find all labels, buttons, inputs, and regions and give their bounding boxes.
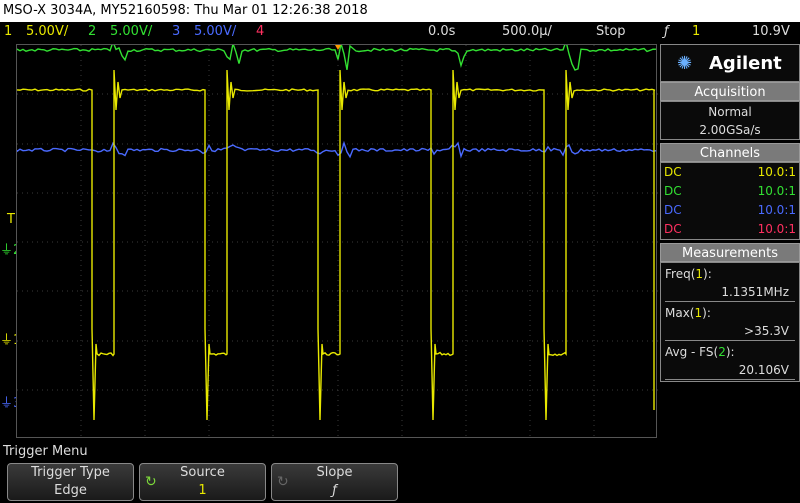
- measurement-label[interactable]: Max(1):: [661, 304, 799, 322]
- trigger-level-marker[interactable]: T: [7, 213, 15, 227]
- measurement-channel: 1: [695, 267, 704, 281]
- ch3-trace: [17, 140, 657, 159]
- ch3-scale[interactable]: 5.00V/: [194, 22, 236, 42]
- channel-row[interactable]: DC 10.0:1: [661, 220, 799, 239]
- status-bar: 1 5.00V/ 2 5.00V/ 3 5.00V/ 4 0.0s 500.0µ…: [0, 22, 800, 42]
- ground-icon: ⏚: [0, 243, 14, 258]
- channel-probe: 10.0:1: [757, 203, 796, 217]
- title-text: MSO-X 3034A, MY52160598: Thu Mar 01 12:2…: [3, 3, 368, 18]
- time-delay[interactable]: 0.0s: [428, 22, 455, 42]
- ground-icon: ⏚: [0, 396, 14, 411]
- measurement-label[interactable]: Freq(1):: [661, 265, 799, 283]
- ch3-number[interactable]: 3: [172, 22, 180, 42]
- channel-row[interactable]: DC 10.0:1: [661, 163, 799, 182]
- acquisition-mode: Normal: [708, 105, 752, 119]
- acquisition-box: Normal 2.00GSa/s: [660, 101, 800, 140]
- measurements-header[interactable]: Measurements: [660, 243, 800, 262]
- measurement-value: 20.106V: [665, 361, 795, 380]
- measurement-value: 1.1351MHz: [665, 283, 795, 302]
- measurement-suffix: ):: [703, 267, 712, 281]
- measurement-suffix: ):: [725, 345, 735, 359]
- trigger-type-softkey[interactable]: Trigger Type Edge: [7, 463, 134, 501]
- measurement-name: Avg - FS(: [665, 345, 719, 359]
- measurement-label[interactable]: Avg - FS(2):: [661, 343, 799, 361]
- source-softkey[interactable]: ↻ Source 1: [139, 463, 266, 501]
- waveform-svg: [17, 45, 658, 439]
- measurement-channel: 2: [718, 345, 726, 359]
- agilent-logo-icon: ✺: [677, 53, 693, 74]
- softkey-label: Slope: [316, 465, 353, 480]
- run-state[interactable]: Stop: [596, 22, 626, 42]
- measurement-channel: 1: [694, 306, 703, 320]
- ch2-number[interactable]: 2: [88, 22, 96, 42]
- ch1-scale[interactable]: 5.00V/: [26, 22, 68, 42]
- ch1-trace: [17, 69, 656, 421]
- softkey-label: Trigger Type: [31, 465, 110, 480]
- softkey-menu: Trigger Menu Trigger Type Edge ↻ Source …: [0, 441, 800, 503]
- channel-probe: 10.0:1: [757, 222, 796, 236]
- trigger-slope-icon: ƒ: [664, 24, 669, 39]
- softkey-value: ƒ: [332, 483, 337, 498]
- ch2-trace: [17, 45, 657, 71]
- ch2-scale[interactable]: 5.00V/: [110, 22, 152, 42]
- menu-title: Trigger Menu: [3, 444, 88, 459]
- channel-row[interactable]: DC 10.0:1: [661, 182, 799, 201]
- logo-text: Agilent: [709, 53, 782, 74]
- sample-rate: 2.00GSa/s: [699, 123, 761, 137]
- channel-coupling: DC: [664, 203, 682, 217]
- measurements-box: Freq(1): 1.1351MHz Max(1): >35.3V Avg - …: [660, 262, 800, 382]
- graticule: [17, 45, 658, 439]
- acquisition-header[interactable]: Acquisition: [660, 82, 800, 101]
- channel-coupling: DC: [664, 222, 682, 236]
- channel-coupling: DC: [664, 165, 682, 179]
- channels-box: DC 10.0:1 DC 10.0:1 DC 10.0:1 DC 10.0:1: [660, 162, 800, 240]
- ch1-number[interactable]: 1: [4, 22, 12, 42]
- softkey-value: 1: [198, 483, 207, 498]
- measurement-name: Freq(: [665, 267, 696, 281]
- softkey-value: Edge: [54, 483, 87, 498]
- channel-row[interactable]: DC 10.0:1: [661, 201, 799, 220]
- channel-coupling: DC: [664, 184, 682, 198]
- measurement-value: >35.3V: [665, 322, 795, 341]
- slope-softkey[interactable]: ↻ Slope ƒ: [271, 463, 398, 501]
- trigger-level[interactable]: 10.9V: [752, 22, 790, 42]
- measurement-name: Max(: [665, 306, 695, 320]
- ground-icon: ⏚: [0, 333, 14, 348]
- time-scale[interactable]: 500.0µ/: [502, 22, 552, 42]
- ch4-number[interactable]: 4: [256, 22, 264, 42]
- trigger-channel: 1: [692, 24, 701, 39]
- channel-probe: 10.0:1: [757, 165, 796, 179]
- channels-header[interactable]: Channels: [660, 143, 800, 162]
- softkey-label: Source: [180, 465, 225, 480]
- logo-box: ✺ Agilent: [660, 44, 800, 82]
- title-bar: MSO-X 3034A, MY52160598: Thu Mar 01 12:2…: [0, 0, 800, 22]
- waveform-display[interactable]: [16, 44, 658, 439]
- channel-probe: 10.0:1: [757, 184, 796, 198]
- side-panel: ✺ Agilent Acquisition Normal 2.00GSa/s C…: [660, 44, 800, 438]
- measurement-suffix: ):: [702, 306, 711, 320]
